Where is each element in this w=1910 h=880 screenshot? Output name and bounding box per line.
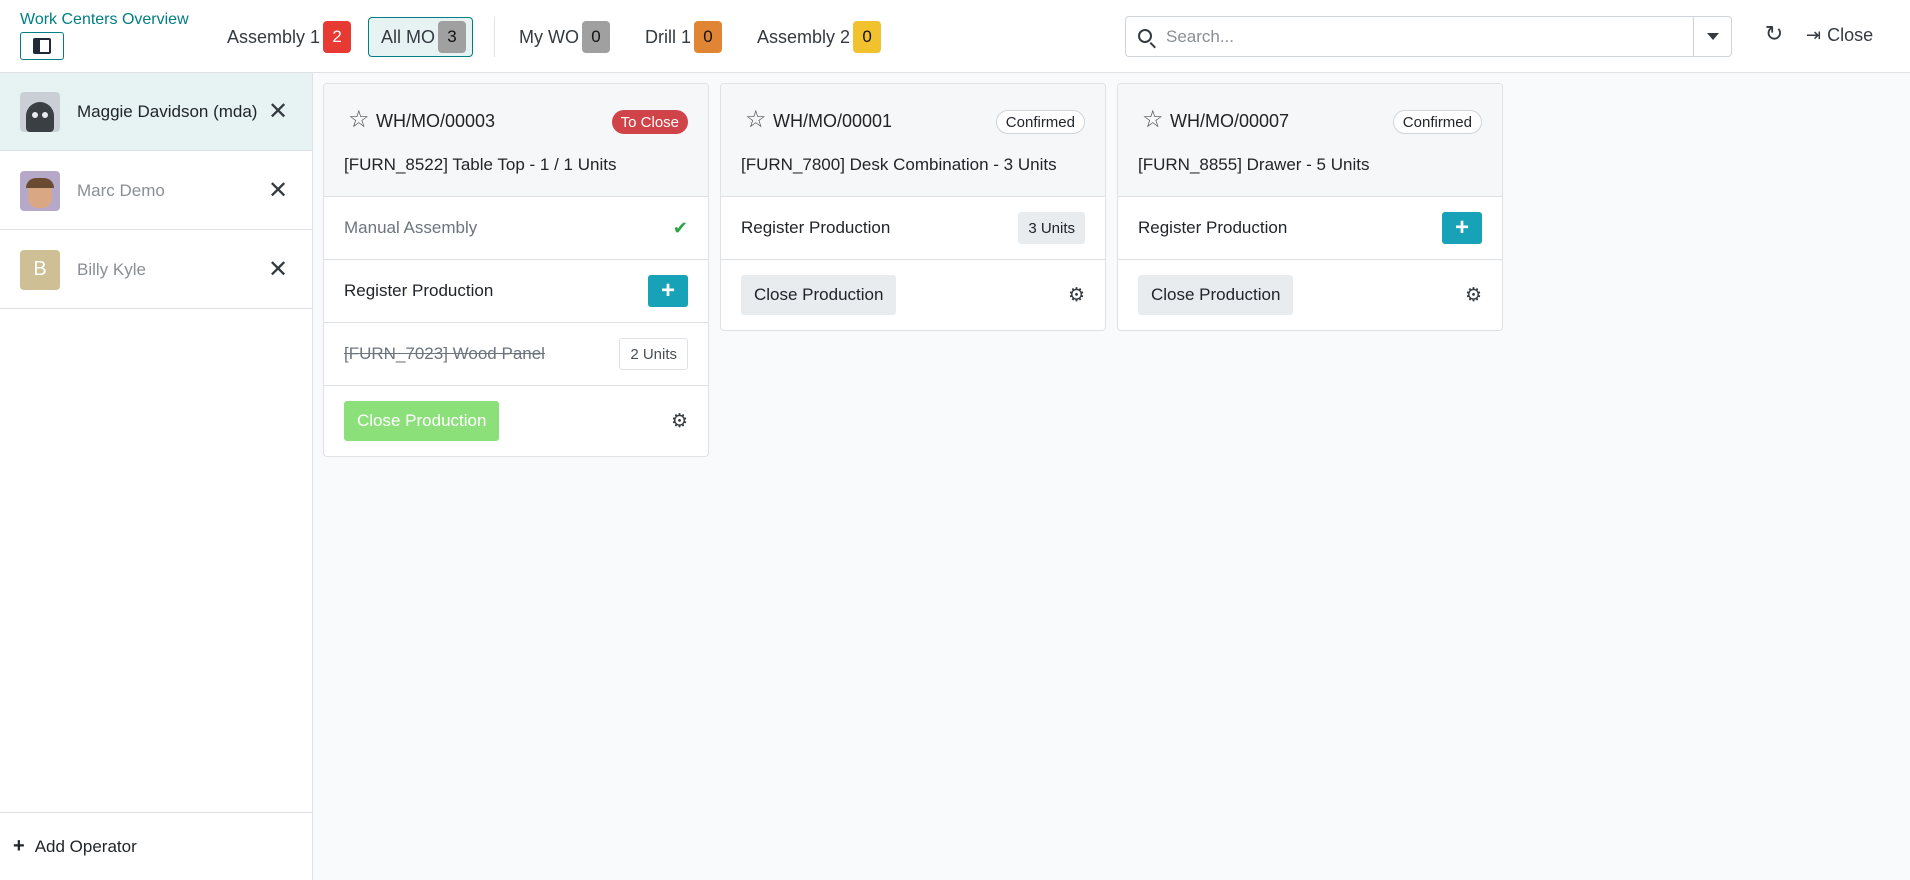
work-centers-overview-link[interactable]: Work Centers Overview	[20, 11, 189, 29]
tab-divider	[494, 17, 495, 57]
mo-card-header[interactable]: ☆ WH/MO/00003 To Close [FURN_8522] Table…	[324, 84, 708, 197]
close-production-button[interactable]: Close Production	[741, 275, 897, 315]
refresh-button[interactable]: ↻	[1762, 20, 1786, 48]
operator-item[interactable]: Marc Demo ✕	[0, 152, 312, 230]
close-production-button[interactable]: Close Production	[1138, 275, 1294, 315]
status-badge: To Close	[611, 110, 688, 134]
tab-label: All MO	[381, 26, 435, 47]
status-badge: Confirmed	[1392, 110, 1482, 134]
sidebar-toggle-icon	[33, 38, 51, 54]
operator-name: Marc Demo	[77, 180, 165, 200]
mo-card: ☆ WH/MO/00001 Confirmed [FURN_7800] Desk…	[720, 83, 1106, 331]
status-badge: Confirmed	[995, 110, 1085, 134]
star-outline-icon[interactable]: ☆	[1142, 108, 1164, 132]
plus-icon: +	[13, 835, 25, 857]
refresh-icon: ↻	[1764, 21, 1784, 46]
register-production-label: Register Production	[741, 218, 891, 237]
remove-operator-icon[interactable]: ✕	[268, 99, 288, 124]
close-button-label: Close	[1827, 24, 1874, 45]
plus-icon[interactable]: +	[648, 275, 688, 307]
tab-label: Assembly 1	[227, 26, 321, 47]
tab-label: My WO	[519, 26, 579, 47]
mo-card-header[interactable]: ☆ WH/MO/00001 Confirmed [FURN_7800] Desk…	[721, 84, 1105, 197]
add-operator-label: Add Operator	[34, 836, 137, 856]
card-footer: Close Production ⚙	[324, 386, 708, 456]
gear-icon[interactable]: ⚙	[671, 410, 688, 433]
work-order-row[interactable]: Manual Assembly ✔	[324, 197, 708, 260]
register-production-label: Register Production	[344, 281, 494, 300]
card-footer: Close Production ⚙	[721, 260, 1105, 330]
tab-assembly-1[interactable]: Assembly 1 2	[227, 17, 352, 57]
search-box	[1125, 16, 1732, 57]
star-outline-icon[interactable]: ☆	[348, 108, 370, 132]
tab-count-badge: 0	[694, 21, 723, 53]
search-input[interactable]	[1166, 25, 1666, 49]
mo-name: WH/MO/00007	[1170, 111, 1290, 131]
search-options-toggle[interactable]	[1693, 17, 1731, 56]
tab-drill-1[interactable]: Drill 1 0	[645, 17, 723, 57]
avatar	[20, 170, 60, 211]
tab-all-mo[interactable]: All MO 3	[368, 17, 473, 57]
mo-card: ☆ WH/MO/00003 To Close [FURN_8522] Table…	[323, 83, 709, 457]
operator-name: Maggie Davidson (mda)	[77, 101, 258, 121]
tab-assembly-2[interactable]: Assembly 2 0	[757, 17, 882, 57]
operators-panel: Maggie Davidson (mda) ✕ Marc Demo ✕ B Bi…	[0, 73, 313, 880]
check-icon: ✔	[672, 217, 688, 238]
tab-count-badge: 0	[582, 21, 610, 53]
avatar	[20, 91, 60, 132]
gear-icon[interactable]: ⚙	[1068, 284, 1085, 307]
top-bar: Work Centers Overview Assembly 1 2 All M…	[0, 0, 1910, 73]
tab-label: Drill 1	[645, 26, 692, 47]
add-operator-button[interactable]: + Add Operator	[0, 812, 312, 880]
mo-product: [FURN_7800] Desk Combination - 3 Units	[741, 155, 1057, 174]
register-qty-button[interactable]: 3 Units	[1018, 212, 1085, 244]
gear-icon[interactable]: ⚙	[1465, 284, 1482, 307]
close-production-button[interactable]: Close Production	[344, 401, 500, 441]
register-production-row[interactable]: Register Production 3 Units	[721, 197, 1105, 260]
remove-operator-icon[interactable]: ✕	[268, 257, 288, 282]
star-outline-icon[interactable]: ☆	[745, 108, 767, 132]
plus-icon[interactable]: +	[1442, 212, 1482, 244]
tab-count-badge: 3	[438, 21, 466, 53]
register-production-label: Register Production	[1138, 218, 1288, 237]
tab-count-badge: 2	[323, 21, 352, 53]
tab-my-wo[interactable]: My WO 0	[519, 17, 610, 57]
close-button[interactable]: ⇥ Close	[1806, 20, 1873, 50]
remove-operator-icon[interactable]: ✕	[268, 178, 288, 203]
sidebar-toggle-button[interactable]	[20, 32, 64, 60]
mo-product: [FURN_8855] Drawer - 5 Units	[1138, 155, 1370, 174]
component-qty[interactable]: 2 Units	[619, 338, 688, 370]
mo-card: ☆ WH/MO/00007 Confirmed [FURN_8855] Draw…	[1117, 83, 1503, 331]
component-name: [FURN_7023] Wood Panel	[344, 344, 545, 363]
component-row[interactable]: [FURN_7023] Wood Panel 2 Units	[324, 323, 708, 386]
operation-name: Manual Assembly	[344, 218, 478, 237]
sign-out-icon: ⇥	[1806, 24, 1822, 45]
mo-product: [FURN_8522] Table Top - 1 / 1 Units	[344, 155, 617, 174]
operator-name: Billy Kyle	[77, 259, 146, 279]
register-production-row[interactable]: Register Production +	[1118, 197, 1502, 260]
avatar: B	[20, 249, 60, 290]
register-production-row[interactable]: Register Production +	[324, 260, 708, 323]
search-icon	[1138, 29, 1152, 43]
mo-name: WH/MO/00001	[773, 111, 893, 131]
operator-item[interactable]: B Billy Kyle ✕	[0, 231, 312, 309]
tab-label: Assembly 2	[757, 26, 851, 47]
mo-name: WH/MO/00003	[376, 111, 496, 131]
operator-item[interactable]: Maggie Davidson (mda) ✕	[0, 73, 312, 151]
mo-card-header[interactable]: ☆ WH/MO/00007 Confirmed [FURN_8855] Draw…	[1118, 84, 1502, 197]
tab-count-badge: 0	[853, 21, 882, 53]
card-footer: Close Production ⚙	[1118, 260, 1502, 330]
